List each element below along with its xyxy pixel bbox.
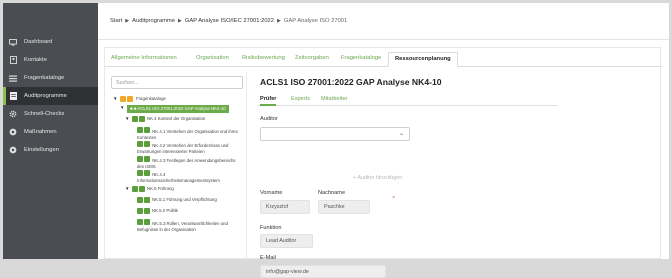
doc-icon [144,197,150,203]
caret-down-icon: ▼ [125,116,130,121]
catalog-tree: Suchen... ▼ Fragenkataloge ▼ ■ ■ ACLS1 ISO… [111,72,247,260]
doc-icon [144,170,150,176]
subtab-bar: Prüfer Experts Mitarbeiter [258,93,558,106]
nachname-label: Nachname [318,190,346,196]
doc-icon [137,141,143,147]
doc-icon [137,127,143,133]
tree-node[interactable]: NK.5.1 Führung und Verpflichtung [137,197,217,203]
tab-ressourcenplanung[interactable]: Ressourcenplanung [388,52,458,67]
tree-node[interactable]: ▼ NK.5 Führung [125,186,174,192]
funktion-field[interactable]: Lead Auditor [260,234,313,248]
tree-node[interactable]: NK.4.3 Festlegen des Anwendungsbereichs … [137,156,243,169]
doc-icon [144,127,150,133]
sidebar-item-label: Auditprogramme [24,93,67,99]
doc-icon [132,116,138,122]
document-icon [9,92,17,100]
folder-icon [120,96,126,102]
caret-down-icon: ▼ [120,105,125,110]
auditor-label: Auditor [260,116,278,122]
vorname-label: Vorname [260,190,283,196]
sidebar-item-einstellungen[interactable]: Einstellungen [3,141,98,159]
settings-icon [9,146,17,154]
doc-icon [137,219,143,225]
tree-selected-label: ■ ■ ACLS1 ISO 27001:2022 GAP Analyse NK4… [127,105,229,113]
nachname-field[interactable]: Paschke [318,200,370,214]
tab-experts[interactable]: Experts [291,96,310,102]
tree-node[interactable]: NK.5.3 Rollen, Verantwortlichkeiten und … [137,219,243,232]
contacts-icon [9,56,17,64]
tree-node-selected[interactable]: ▼ ■ ■ ACLS1 ISO 27001:2022 GAP Analyse NK… [120,105,229,113]
tab-allgemeine-informationen[interactable]: Allgemeine Informationen [111,55,177,61]
vorname-field[interactable]: Krzysztof [260,200,310,214]
add-auditor-button[interactable]: + Auditor hinzufügen [353,175,402,181]
sidebar-item-kontakte[interactable]: Kontakte [3,51,98,69]
tab-fragenkataloge[interactable]: Fragenkataloge [341,55,381,61]
tab-pruefer[interactable]: Prüfer [260,96,277,106]
chevron-down-icon: ⌄ [398,131,404,137]
doc-icon [144,141,150,147]
tab-organisation[interactable]: Organisation [196,55,229,61]
tree-node[interactable]: NK.4.2 Verstehen der Erfordernisse und E… [137,141,243,154]
funktion-label: Funktion [260,225,282,231]
tab-bar: Allgemeine Informationen Organisation Ri… [105,48,662,67]
gear-icon [9,110,17,118]
sidebar-item-label: Einstellungen [24,147,59,153]
detail-panel: ACLS1 ISO 27001:2022 GAP Analyse NK4-10 … [258,72,658,261]
tree-node[interactable]: ▼ Fragenkataloge [113,96,166,102]
caret-down-icon: ▼ [125,186,130,191]
divider [98,39,669,40]
doc-icon [144,156,150,162]
sidebar-item-massnahmen[interactable]: Maßnahmen [3,123,98,141]
tab-zeitvorgaben[interactable]: Zeitvorgaben [295,55,329,61]
auditor-select[interactable]: ⌄ [260,127,410,141]
search-input[interactable]: Suchen... [111,76,243,89]
tree-node[interactable]: NK.5.2 Politik [137,208,178,214]
remove-auditor-icon[interactable]: × [392,195,395,201]
tree-node[interactable]: NK.4.1 Verstehen der Organisation und ih… [137,127,243,140]
app-frame: Dashboard Kontakte Fragenkataloge Auditp… [0,0,672,278]
doc-icon [137,156,143,162]
page-title: ACLS1 ISO 27001:2022 GAP Analyse NK4-10 [260,77,442,87]
doc-icon [137,208,143,214]
sidebar-item-label: Dashboard [24,39,53,45]
sidebar: Dashboard Kontakte Fragenkataloge Auditp… [3,3,98,259]
breadcrumb-current: GAP Analyse ISO 27001 [283,18,348,24]
breadcrumb-program[interactable]: GAP Analyse ISO/IEC 27001:2022 [185,18,274,24]
chevron-right-icon: ▶ [125,18,130,24]
sidebar-item-auditprogramme[interactable]: Auditprogramme [3,87,98,105]
list-icon [9,74,17,82]
sidebar-item-label: Fragenkataloge [24,75,65,81]
doc-icon [144,219,150,225]
caret-down-icon: ▼ [113,96,118,101]
breadcrumb-auditprogramme[interactable]: Auditprogramme [132,18,175,24]
doc-icon [132,186,138,192]
doc-icon [144,208,150,214]
breadcrumb: Start ▶ Auditprogramme ▶ GAP Analyse ISO/IEC… [110,18,347,24]
tab-mitarbeiter[interactable]: Mitarbeiter [321,96,347,102]
doc-icon [137,170,143,176]
folder-icon [127,96,133,102]
doc-icon [139,116,145,122]
sidebar-item-label: Schnell-Checks [24,111,65,117]
email-field[interactable]: info@gap-view.de [260,265,386,278]
sidebar-item-label: Maßnahmen [24,129,57,135]
breadcrumb-start[interactable]: Start [110,18,122,24]
content-card: Allgemeine Informationen Organisation Ri… [104,47,662,278]
globe-icon [9,128,17,136]
sidebar-item-schnell-checks[interactable]: Schnell-Checks [3,105,98,123]
tree-node[interactable]: ▼ NK.4 Kontext der Organisation [125,116,205,122]
monitor-icon [9,38,17,46]
sidebar-item-fragenkataloge[interactable]: Fragenkataloge [3,69,98,87]
doc-icon [139,186,145,192]
tree-node[interactable]: NK.4.4 Informationssicherheitsmanagement… [137,170,243,183]
sidebar-item-dashboard[interactable]: Dashboard [3,33,98,51]
main-content: Start ▶ Auditprogramme ▶ GAP Analyse ISO/IEC… [98,3,669,278]
chevron-right-icon: ▶ [277,18,281,24]
doc-icon [137,197,143,203]
email-label: E-Mail [260,255,276,261]
sidebar-item-label: Kontakte [24,57,47,63]
chevron-right-icon: ▶ [177,18,182,24]
tab-risikobewertung[interactable]: Risikobewertung [242,55,285,61]
